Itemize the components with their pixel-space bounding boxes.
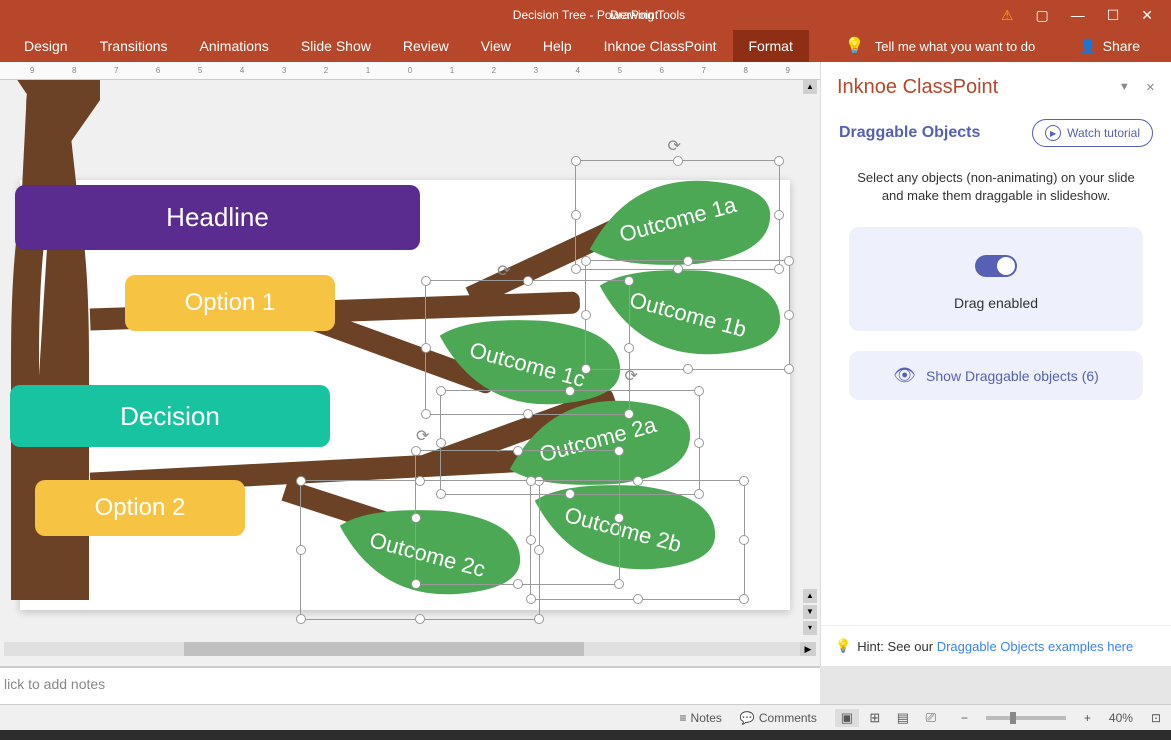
comments-toggle[interactable]: 💬 Comments [740,711,817,725]
leaf-outcome2c[interactable]: Outcome 2c [330,505,525,605]
resize-handle[interactable] [673,156,683,166]
tell-me-label: Tell me what you want to do [875,39,1035,54]
scroll-right-button[interactable]: ▶ [800,642,816,656]
scroll-up-button[interactable]: ▲ [803,589,817,603]
slide-container: 9 8 7 6 5 4 3 2 1 0 1 2 3 4 5 6 7 8 9 ▲ [0,62,820,666]
notes-pane[interactable]: lick to add notes [0,666,820,704]
resize-handle[interactable] [415,614,425,624]
resize-handle[interactable] [296,614,306,624]
panel-section-title: Draggable Objects [839,124,980,142]
hint-bar: 💡 Hint: See our Draggable Objects exampl… [821,625,1171,666]
notes-icon: ≡ [680,711,687,725]
lightbulb-icon: 💡 [845,36,865,56]
share-icon: 👤 [1079,38,1096,55]
tab-review[interactable]: Review [387,30,465,62]
panel-title: Inknoe ClassPoint [837,76,998,99]
hint-text: Hint: See our [857,639,937,654]
display-options-icon[interactable]: ▢ [1035,7,1048,24]
contextual-tab-label: Drawing Tools [610,8,685,22]
maximize-icon[interactable]: ☐ [1107,7,1120,24]
zoom-level[interactable]: 40% [1109,711,1133,725]
panel-close-icon[interactable]: ✕ [1146,81,1155,94]
status-bar: ≡ Notes 💬 Comments ▣ ⊞ ▤ ⎚ − + 40% ⊡ [0,704,1171,730]
tab-format[interactable]: Format [733,30,809,62]
tab-help[interactable]: Help [527,30,588,62]
tab-classpoint[interactable]: Inknoe ClassPoint [588,30,733,62]
share-button[interactable]: 👤 Share [1063,30,1156,62]
tab-animations[interactable]: Animations [184,30,285,62]
title-bar: Decision Tree - PowerPoint Drawing Tools… [0,0,1171,30]
toggle-knob [997,257,1015,275]
notes-toggle[interactable]: ≡ Notes [680,711,722,725]
zoom-thumb[interactable] [1010,712,1016,724]
tab-view[interactable]: View [465,30,527,62]
drag-toggle[interactable] [975,255,1017,277]
slide-sorter-button[interactable]: ⊞ [863,709,887,727]
scroll-down-button[interactable]: ▾ [803,621,817,635]
tab-slideshow[interactable]: Slide Show [285,30,387,62]
zoom-in-button[interactable]: + [1084,711,1091,725]
tab-transitions[interactable]: Transitions [84,30,184,62]
slideshow-button[interactable]: ⎚ [919,709,943,727]
fit-to-window-button[interactable]: ⊡ [1151,711,1161,725]
panel-dropdown-icon[interactable]: ▼ [1119,81,1130,94]
close-icon[interactable]: ✕ [1141,7,1153,24]
drag-enabled-card: Drag enabled [849,227,1143,331]
zoom-slider[interactable] [986,716,1066,720]
toggle-label: Drag enabled [869,295,1123,311]
hint-link[interactable]: Draggable Objects examples here [937,639,1134,654]
lightbulb-icon: 💡 [835,638,851,654]
panel-description: Select any objects (non-animating) on yo… [821,157,1171,217]
watch-tutorial-button[interactable]: ▶ Watch tutorial [1032,119,1153,147]
task-pane: Inknoe ClassPoint ▼ ✕ Draggable Objects … [820,62,1171,666]
horizontal-scrollbar[interactable]: ▶ [0,640,820,658]
normal-view-button[interactable]: ▣ [835,709,859,727]
share-label: Share [1103,38,1140,54]
tab-design[interactable]: Design [8,30,84,62]
scroll-down-button[interactable]: ▼ [803,605,817,619]
resize-handle[interactable] [774,156,784,166]
horizontal-ruler: 9 8 7 6 5 4 3 2 1 0 1 2 3 4 5 6 7 8 9 [0,62,820,80]
ribbon-tabs: Design Transitions Animations Slide Show… [0,30,1171,62]
tell-me-search[interactable]: 💡 Tell me what you want to do [829,30,1051,62]
comments-icon: 💬 [740,711,755,725]
watch-tutorial-label: Watch tutorial [1067,126,1140,140]
scroll-thumb[interactable] [184,642,584,656]
resize-handle[interactable] [571,156,581,166]
rotate-handle-icon[interactable]: ⟳ [668,136,681,156]
headline-box[interactable]: Headline [15,185,420,250]
option1-box[interactable]: Option 1 [125,275,335,331]
decision-box[interactable]: Decision [10,385,330,447]
reading-view-button[interactable]: ▤ [891,709,915,727]
scroll-track[interactable] [4,642,800,656]
show-draggable-label: Show Draggable objects (6) [926,368,1099,384]
show-draggable-button[interactable]: 👁 Show Draggable objects (6) [849,351,1143,400]
slide-edit-area[interactable]: Headline Option 1 Decision Option 2 Outc… [0,80,820,640]
warning-icon[interactable]: ⚠ [1001,7,1014,24]
resize-handle[interactable] [534,614,544,624]
leaf-outcome2a[interactable]: Outcome 2a [500,390,695,490]
zoom-out-button[interactable]: − [961,711,968,725]
leaf-outcome1a[interactable]: Outcome 1a [580,170,775,270]
option2-box[interactable]: Option 2 [35,480,245,536]
play-icon: ▶ [1045,125,1061,141]
leaf-outcome2b[interactable]: Outcome 2b [525,480,720,580]
minimize-icon[interactable]: — [1071,7,1085,23]
eye-icon: 👁 [893,365,916,386]
